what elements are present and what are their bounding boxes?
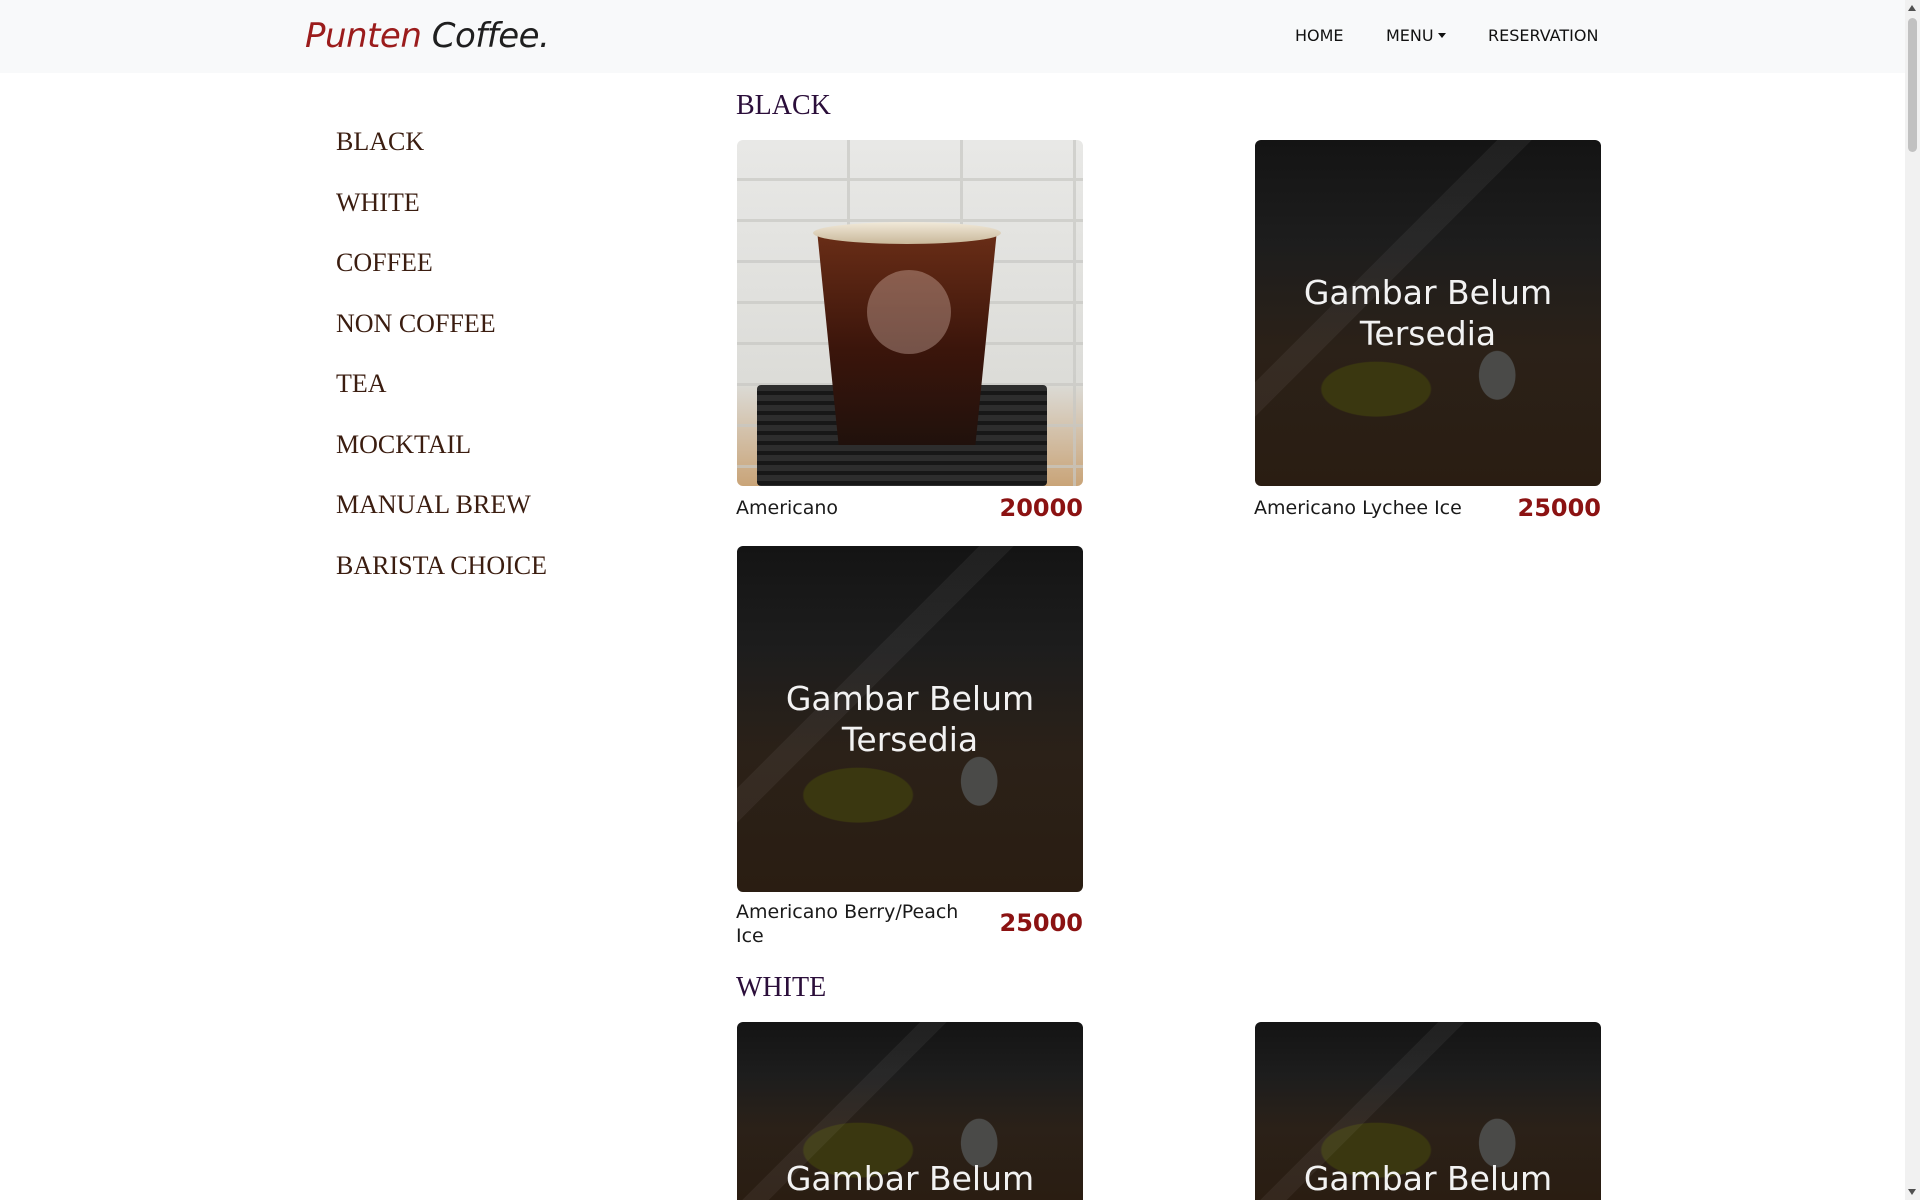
sidebar-item-black[interactable]: BLACK (336, 127, 424, 157)
menu-item-price: 20000 (999, 494, 1084, 522)
image-placeholder-text: Gambar Belum Tersedia (1303, 1159, 1553, 1198)
menu-item-image[interactable]: Gambar Belum Tersedia (1255, 1022, 1601, 1200)
menu-item-name: Americano (736, 497, 839, 519)
sidebar-item-white[interactable]: WHITE (336, 188, 420, 218)
chevron-down-icon (1437, 33, 1446, 38)
section-title-white: WHITE (736, 972, 827, 1003)
menu-item-image-americano-lychee-ice[interactable]: Gambar Belum Tersedia (1255, 140, 1601, 486)
image-placeholder-text: Gambar Belum Tersedia (1303, 273, 1553, 353)
image-placeholder-text: Gambar Belum Tersedia (785, 1159, 1035, 1198)
cup-logo-icon (867, 270, 951, 354)
menu-item-image-americano[interactable] (737, 140, 1083, 486)
sidebar-item-mocktail[interactable]: MOCKTAIL (336, 430, 471, 460)
scroll-up-arrow-icon[interactable] (1908, 5, 1916, 11)
menu-item-price: 25000 (1517, 494, 1602, 522)
cup-lid (813, 222, 1001, 244)
sidebar-item-non-coffee[interactable]: NON COFFEE (336, 309, 496, 339)
menu-item-image-americano-berry-peach-ice[interactable]: Gambar Belum Tersedia (737, 546, 1083, 892)
brand-second-word: Coffee. (431, 16, 550, 56)
brand-logo[interactable]: Punten Coffee. (305, 14, 550, 58)
menu-item-name: Americano Lychee Ice (1254, 497, 1462, 519)
scrollbar-thumb[interactable] (1908, 18, 1917, 152)
section-title-black: BLACK (736, 90, 831, 121)
sidebar-item-coffee[interactable]: COFFEE (336, 248, 433, 278)
menu-item-name: Americano Berry/Peach Ice (736, 901, 959, 947)
sidebar-item-manual-brew[interactable]: MANUAL BREW (336, 490, 531, 520)
page-scrollbar[interactable] (1905, 0, 1920, 1200)
nav-reservation-link[interactable]: RESERVATION (1488, 26, 1598, 46)
nav-home-link[interactable]: HOME (1295, 26, 1344, 46)
sidebar-item-tea[interactable]: TEA (336, 369, 387, 399)
scroll-down-arrow-icon[interactable] (1908, 1189, 1916, 1195)
menu-item-image[interactable]: Gambar Belum Tersedia (737, 1022, 1083, 1200)
nav-menu-label: MENU (1386, 26, 1434, 45)
menu-item-price: 25000 (999, 909, 1084, 937)
image-placeholder-text: Gambar Belum Tersedia (785, 679, 1035, 759)
brand-first-word: Punten (305, 16, 422, 56)
nav-menu-dropdown[interactable]: MENU (1386, 26, 1446, 46)
sidebar-item-barista-choice[interactable]: BARISTA CHOICE (336, 551, 547, 581)
top-navbar: Punten Coffee. HOME MENU RESERVATION (0, 0, 1905, 73)
